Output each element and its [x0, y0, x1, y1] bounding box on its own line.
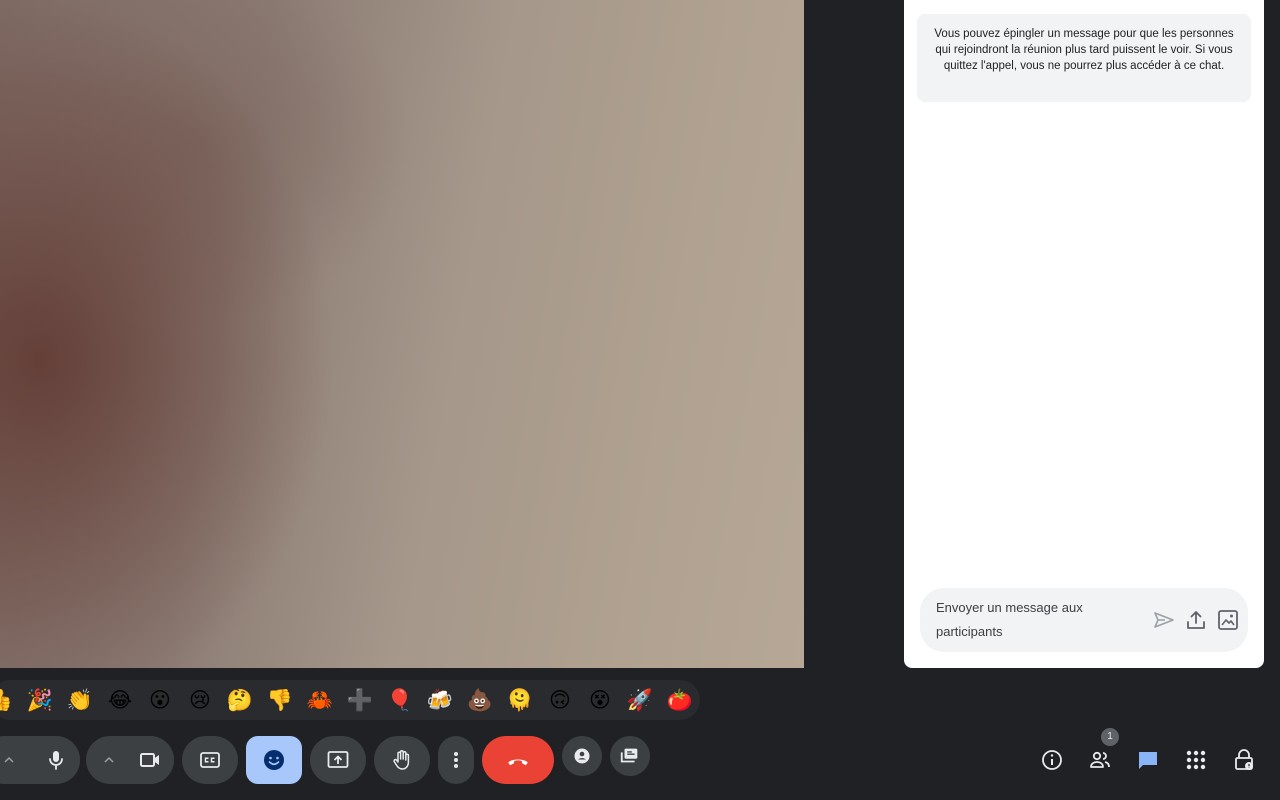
- balloon-reaction[interactable]: 🎈: [380, 680, 420, 720]
- activities-button[interactable]: [610, 736, 650, 776]
- reactions-button[interactable]: [246, 736, 302, 784]
- chevron-up-icon[interactable]: [102, 753, 116, 767]
- call-end-icon: [508, 759, 528, 766]
- laughing-reaction[interactable]: 😂: [100, 680, 140, 720]
- present-screen-icon: [327, 751, 349, 768]
- host-lock-icon[interactable]: [1232, 748, 1256, 772]
- party-popper-reaction[interactable]: 🎉: [20, 680, 60, 720]
- beers-reaction[interactable]: 🍻: [420, 680, 460, 720]
- more-options-button[interactable]: [438, 736, 474, 784]
- surprised-reaction[interactable]: 😮: [140, 680, 180, 720]
- microphone-button[interactable]: [32, 736, 80, 784]
- melting-face-reaction[interactable]: 🫠: [500, 680, 540, 720]
- activities-icon: [620, 748, 638, 763]
- clapping-reaction[interactable]: 👏: [60, 680, 100, 720]
- emoji-icon: [264, 750, 284, 770]
- host-controls-icon: [574, 748, 590, 764]
- thumbs-down-reaction[interactable]: 👎: [260, 680, 300, 720]
- chat-panel: Vous pouvez épingler un message pour que…: [904, 0, 1264, 668]
- activities-grid-icon[interactable]: [1184, 748, 1208, 772]
- more-vert-icon: [454, 752, 458, 768]
- camera-control: [86, 736, 174, 784]
- pin-info-message: Vous pouvez épingler un message pour que…: [917, 14, 1251, 102]
- participants-count-badge: 1: [1101, 728, 1119, 746]
- image-icon[interactable]: [1216, 608, 1240, 632]
- rocket-reaction[interactable]: 🚀: [620, 680, 660, 720]
- meeting-details-icon[interactable]: [1040, 748, 1064, 772]
- send-icon[interactable]: [1152, 608, 1176, 632]
- thumbs-up-reaction[interactable]: 👍: [0, 680, 20, 720]
- video-tile: [0, 0, 804, 668]
- microphone-icon: [49, 751, 63, 770]
- upside-down-face-reaction[interactable]: 🙃: [540, 680, 580, 720]
- poop-reaction[interactable]: 💩: [460, 680, 500, 720]
- closed-captions-icon: [200, 752, 220, 768]
- crying-reaction[interactable]: 😢: [180, 680, 220, 720]
- chat-compose-box[interactable]: Envoyer un message aux participants: [920, 588, 1248, 652]
- camera-button[interactable]: [126, 736, 174, 784]
- end-call-button[interactable]: [482, 736, 554, 784]
- chat-icon[interactable]: [1136, 748, 1160, 772]
- raise-hand-button[interactable]: [374, 736, 430, 784]
- plus-reaction[interactable]: ➕: [340, 680, 380, 720]
- thinking-reaction[interactable]: 🤔: [220, 680, 260, 720]
- videocam-icon: [140, 753, 159, 767]
- present-screen-button[interactable]: [310, 736, 366, 784]
- dizzy-face-reaction[interactable]: 😵: [580, 680, 620, 720]
- host-controls-button[interactable]: [562, 736, 602, 776]
- raise-hand-icon: [393, 750, 410, 770]
- upload-icon[interactable]: [1184, 608, 1208, 632]
- chevron-up-icon[interactable]: [2, 753, 16, 767]
- people-icon[interactable]: [1088, 748, 1112, 772]
- reactions-bar: 👍🎉👏😂😮😢🤔👎🦀➕🎈🍻💩🫠🙃😵🚀🍅: [0, 680, 700, 720]
- chat-message-input[interactable]: Envoyer un message aux participants: [936, 596, 1106, 644]
- tomato-reaction[interactable]: 🍅: [660, 680, 700, 720]
- crab-reaction[interactable]: 🦀: [300, 680, 340, 720]
- microphone-control: [0, 736, 80, 784]
- captions-button[interactable]: [182, 736, 238, 784]
